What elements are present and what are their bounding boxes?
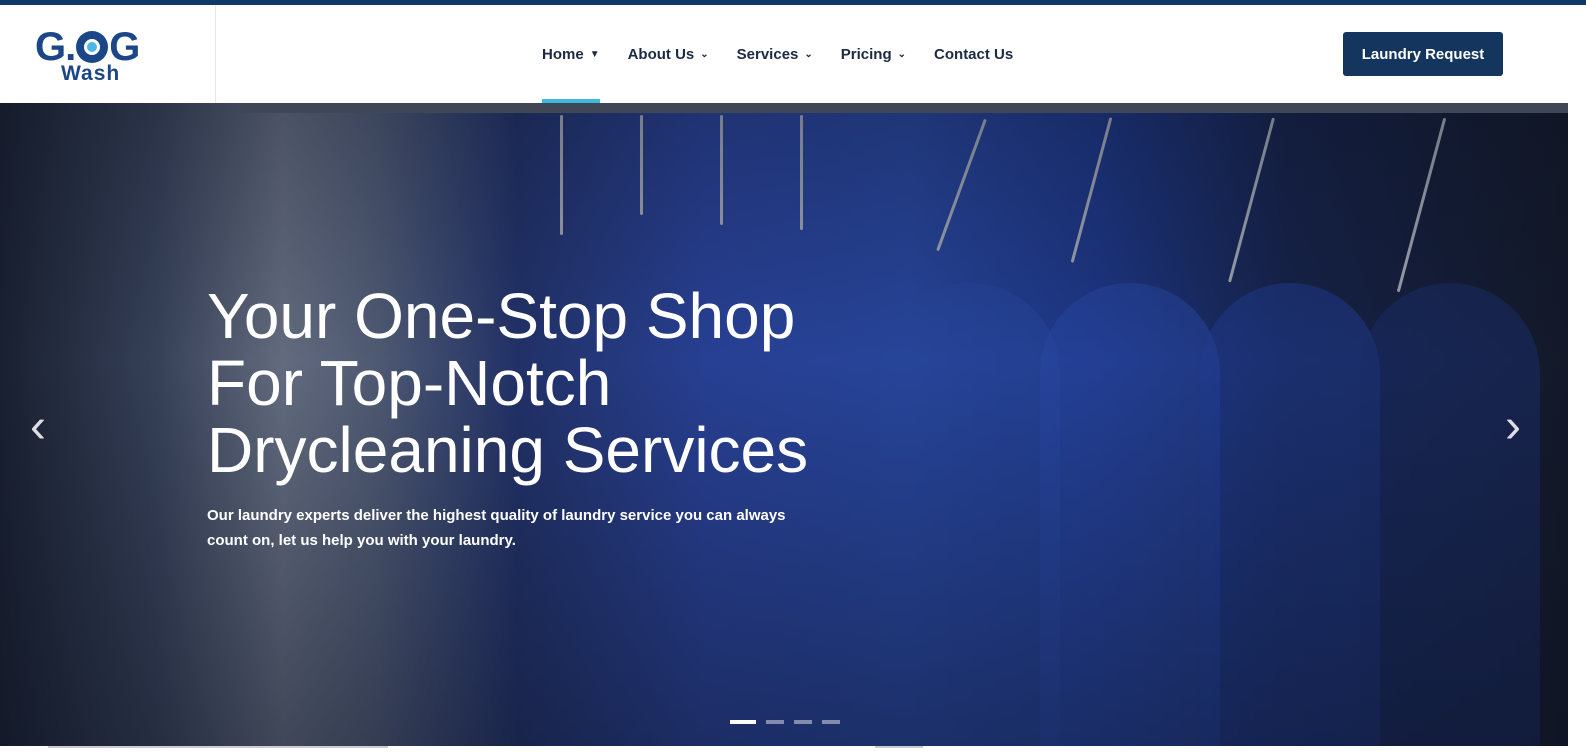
hero-carousel: ‹ › Your One-Stop Shop For Top-Notch Dry…	[0, 103, 1568, 746]
carousel-next-button[interactable]: ›	[1505, 403, 1521, 451]
nav-item-about-us[interactable]: About Us ⌄	[628, 5, 709, 103]
carousel-dot[interactable]	[794, 720, 812, 724]
nav-item-label: Home	[542, 45, 584, 63]
site-header: G. G Wash Home ▼ About Us ⌄ Services ⌄ Prici…	[0, 5, 1586, 103]
carousel-dot[interactable]	[766, 720, 784, 724]
nav-item-services[interactable]: Services ⌄	[737, 5, 813, 103]
caret-down-icon: ▼	[589, 48, 600, 60]
nav-item-label: About Us	[627, 45, 695, 63]
chevron-left-icon: ‹	[30, 400, 46, 453]
divider	[875, 746, 923, 748]
nav-item-home[interactable]: Home ▼	[542, 5, 600, 103]
carousel-dot[interactable]	[822, 720, 840, 724]
hero-subtext: Our laundry experts deliver the highest …	[207, 507, 786, 549]
nav-item-contact-us[interactable]: Contact Us	[934, 5, 1013, 103]
carousel-indicators	[730, 720, 840, 724]
nav-item-pricing[interactable]: Pricing ⌄	[841, 5, 906, 103]
logo-subtitle: Wash	[61, 62, 121, 85]
carousel-dot[interactable]	[730, 720, 756, 724]
chevron-down-icon: ⌄	[804, 48, 813, 60]
page-right-edge	[1568, 103, 1586, 746]
logo-wordmark: G. G	[35, 27, 140, 67]
chevron-down-icon: ⌄	[897, 48, 907, 60]
washing-machine-icon	[76, 31, 109, 63]
nav-item-label: Pricing	[840, 45, 892, 63]
logo-container[interactable]: G. G Wash	[0, 5, 216, 103]
page-bottom-edge	[0, 746, 1586, 755]
laundry-request-button[interactable]: Laundry Request	[1343, 32, 1503, 76]
hero-headline: Your One-Stop Shop For Top-Notch Dryclea…	[207, 280, 809, 486]
carousel-prev-button[interactable]: ‹	[30, 403, 46, 451]
nav-item-label: Services	[736, 45, 799, 63]
main-nav: Home ▼ About Us ⌄ Services ⌄ Pricing ⌄ Conta…	[542, 5, 1041, 103]
chevron-down-icon: ⌄	[700, 48, 709, 60]
divider	[48, 746, 388, 748]
nav-item-label: Contact Us	[934, 45, 1014, 63]
logo[interactable]: G. G Wash	[35, 27, 180, 87]
chevron-right-icon: ›	[1505, 400, 1521, 453]
